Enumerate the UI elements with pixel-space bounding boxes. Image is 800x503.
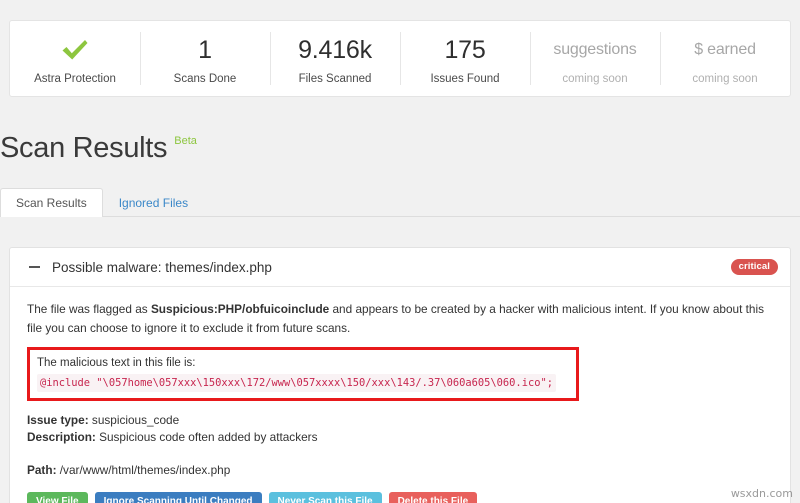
stat-earned: $ earned coming soon bbox=[660, 21, 790, 96]
issue-type-value: suspicious_code bbox=[92, 413, 179, 427]
path-label: Path: bbox=[27, 463, 57, 477]
watermark: wsxdn.com bbox=[731, 487, 793, 500]
beta-badge: Beta bbox=[174, 135, 197, 147]
malicious-code-alert: The malicious text in this file is: @inc… bbox=[27, 347, 579, 401]
stat-suggestions: suggestions coming soon bbox=[530, 21, 660, 96]
stat-issues-found: 175 Issues Found bbox=[400, 21, 530, 96]
description-row: Description: Suspicious code often added… bbox=[27, 429, 773, 446]
description-value: Suspicious code often added by attackers bbox=[99, 430, 317, 444]
page-title-row: Scan Results Beta bbox=[0, 131, 197, 165]
stat-scans-done: 1 Scans Done bbox=[140, 21, 270, 96]
stat-label: Files Scanned bbox=[299, 73, 372, 85]
flag-signature: Suspicious:PHP/obfuicoinclude bbox=[151, 302, 329, 316]
stat-files-scanned: 9.416k Files Scanned bbox=[270, 21, 400, 96]
result-panel-header[interactable]: Possible malware: themes/index.php criti… bbox=[10, 248, 790, 287]
view-file-button[interactable]: View File bbox=[27, 492, 88, 503]
stat-value: $ earned bbox=[694, 35, 756, 65]
tab-bar: Scan Results Ignored Files bbox=[0, 188, 800, 217]
minus-icon[interactable] bbox=[27, 260, 41, 274]
status-badge: critical bbox=[731, 259, 778, 275]
stat-label: coming soon bbox=[692, 73, 757, 85]
issue-type-row: Issue type: suspicious_code bbox=[27, 412, 773, 429]
stat-value: suggestions bbox=[553, 35, 636, 65]
scan-results-page: Astra Protection 1 Scans Done 9.416k Fil… bbox=[0, 0, 800, 503]
stat-label: coming soon bbox=[562, 73, 627, 85]
flag-text-before: The file was flagged as bbox=[27, 302, 151, 316]
result-panel-body: The file was flagged as Suspicious:PHP/o… bbox=[10, 287, 790, 503]
malicious-code-label: The malicious text in this file is: bbox=[37, 355, 569, 371]
delete-file-button[interactable]: Delete this File bbox=[389, 492, 478, 503]
path-row: Path: /var/www/html/themes/index.php bbox=[27, 462, 773, 479]
stat-label: Issues Found bbox=[430, 73, 499, 85]
never-scan-file-button[interactable]: Never Scan this File bbox=[269, 492, 382, 503]
tab-ignored-files[interactable]: Ignored Files bbox=[103, 188, 204, 217]
malicious-code-snippet: @include "\057home\057xxx\150xxx\172/www… bbox=[37, 374, 556, 392]
path-value: /var/www/html/themes/index.php bbox=[60, 463, 230, 477]
tab-scan-results[interactable]: Scan Results bbox=[0, 188, 103, 217]
stat-value: 1 bbox=[198, 35, 212, 65]
scan-result-panel: Possible malware: themes/index.php criti… bbox=[9, 247, 791, 503]
ignore-until-changed-button[interactable]: Ignore Scanning Until Changed bbox=[95, 492, 262, 503]
description-label: Description: bbox=[27, 430, 96, 444]
stat-label: Scans Done bbox=[174, 73, 237, 85]
page-title: Scan Results bbox=[0, 131, 167, 165]
issue-type-label: Issue type: bbox=[27, 413, 89, 427]
result-action-buttons: View File Ignore Scanning Until Changed … bbox=[27, 492, 773, 503]
stat-value: 9.416k bbox=[298, 35, 372, 65]
green-check-icon bbox=[60, 35, 90, 65]
stat-astra-protection: Astra Protection bbox=[10, 21, 140, 96]
stat-label: Astra Protection bbox=[34, 73, 116, 85]
stat-value: 175 bbox=[444, 35, 485, 65]
result-title: Possible malware: themes/index.php bbox=[52, 260, 731, 275]
flag-description: The file was flagged as Suspicious:PHP/o… bbox=[27, 300, 773, 338]
stats-summary-card: Astra Protection 1 Scans Done 9.416k Fil… bbox=[9, 20, 791, 97]
